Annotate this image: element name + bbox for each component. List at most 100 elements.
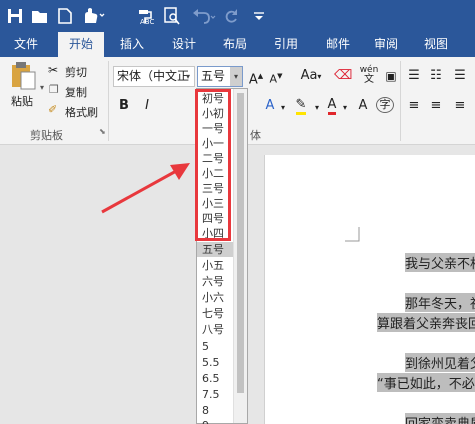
size-option-5[interactable]: 5 [197,339,233,354]
ribbon-tabs: 文件 开始 插入 设计 布局 引用 邮件 审阅 视图 [0,32,475,57]
tab-design[interactable]: 设计 [164,32,204,57]
tab-layout[interactable]: 布局 [215,32,255,57]
copy-label: 复制 [65,86,87,99]
tab-review[interactable]: 审阅 [366,32,406,57]
numbering-icon[interactable]: ☷ [427,67,445,85]
cut-label: 剪切 [65,66,87,79]
italic-button[interactable]: I [140,97,154,115]
chevron-down-icon[interactable]: ▾ [230,67,242,86]
tab-file[interactable]: 文件 [6,32,46,57]
bullets-icon[interactable]: ☰ [405,67,423,85]
size-option-wuhao[interactable]: 五号 [197,242,233,257]
size-option-erhao[interactable]: 二号 [197,151,233,166]
size-option-bahao[interactable]: 八号 [197,322,233,337]
font-group-label: 体 [250,129,261,142]
size-option-xiaowu[interactable]: 小五 [197,258,233,273]
tab-references[interactable]: 引用 [266,32,306,57]
size-option-5-5[interactable]: 5.5 [197,355,233,370]
clipboard-launcher-icon[interactable]: ⬊ [99,127,106,136]
chevron-down-icon[interactable]: ▾ [312,99,322,117]
phonetic-guide-button[interactable]: wén 文 [358,65,380,85]
enclose-char-button[interactable]: 字 [376,97,394,113]
font-size-combo[interactable]: 五号 ▾ [197,66,243,87]
cut-button[interactable]: ✂ 剪切 [48,63,108,79]
text-effects-icon[interactable]: A [262,97,278,115]
chevron-down-icon[interactable]: ▾ [182,67,194,86]
save-icon[interactable] [6,5,24,27]
paste-button[interactable]: 粘贴 [6,61,42,111]
chevron-down-icon[interactable]: ▾ [278,99,288,117]
align-center-icon[interactable]: ≡ [427,97,445,115]
size-option-chuhao[interactable]: 初号 [197,91,233,106]
highlight-color-icon[interactable]: ✎ [292,96,310,115]
document-page[interactable]: 我与父亲不相 那年冬天，祖 算跟着父亲奔丧回 到徐州见着父 “事已如此，不必 回… [264,155,475,424]
customize-icon[interactable] [252,5,266,27]
size-option-liuhao[interactable]: 六号 [197,274,233,289]
size-option-sanhao[interactable]: 三号 [197,181,233,196]
clear-formatting-icon[interactable]: ⌫ [334,67,352,85]
size-option-xiaochu[interactable]: 小初 [197,106,233,121]
align-left-icon[interactable]: ≡ [405,97,423,115]
paragraph-2-cont: 算跟着父亲奔丧回 [377,313,475,332]
size-option-xiaosan[interactable]: 小三 [197,196,233,211]
open-icon[interactable] [30,5,50,27]
clipboard-group-label: 剪贴板 [30,129,63,142]
paragraph-3: 到徐州见着父 [405,353,475,372]
grow-font-button[interactable]: A▲ [248,67,264,89]
paragraph-4: 回家变卖典质 [405,413,475,424]
size-option-xiaosi[interactable]: 小四 [197,226,233,241]
size-option-xiaoer[interactable]: 小二 [197,166,233,181]
size-option-xiaoyi[interactable]: 小一 [197,136,233,151]
format-painter-label: 格式刷 [65,106,98,119]
print-preview-icon[interactable] [162,5,182,27]
quick-access-toolbar: ABC [0,0,475,32]
brush-icon: ✐ [48,103,58,116]
font-color-icon[interactable]: A [324,96,340,115]
size-option-sihao[interactable]: 四号 [197,211,233,226]
group-divider [108,61,109,141]
margin-corner-mark [345,227,360,242]
redo-icon[interactable] [222,5,240,27]
copy-button[interactable]: ❐ 复制 [48,83,108,99]
paragraph-3-cont: “事已如此，不必 [377,373,475,392]
char-shading-icon[interactable]: A [354,97,372,115]
format-painter-qat-icon[interactable]: ABC [136,5,156,27]
change-case-button[interactable]: Aa▾ [297,67,325,86]
paragraph-2: 那年冬天，祖 [405,293,475,312]
align-right-icon[interactable]: ≡ [451,97,469,115]
paragraph-1: 我与父亲不相 [405,253,475,272]
bold-button[interactable]: B [117,97,131,115]
multilevel-list-icon[interactable]: ☰ [451,67,469,85]
shrink-font-label: A [269,72,278,86]
scissors-icon: ✂ [48,63,59,77]
size-option-qihao[interactable]: 七号 [197,306,233,321]
grow-font-label: A [248,72,258,88]
dropdown-scrollbar[interactable] [233,89,247,423]
size-option-9[interactable]: 9 [197,418,233,424]
group-divider [400,61,401,141]
tab-mailings[interactable]: 邮件 [318,32,358,57]
tab-view[interactable]: 视图 [416,32,456,57]
char-border-icon[interactable]: ▣ [383,67,399,85]
svg-text:ABC: ABC [140,18,154,25]
chevron-down-icon[interactable]: ▾ [340,99,350,117]
copy-icon: ❐ [49,83,59,96]
tab-home[interactable]: 开始 [58,32,104,57]
size-option-8[interactable]: 8 [197,403,233,418]
tab-insert[interactable]: 插入 [112,32,152,57]
size-option-xiaoliu[interactable]: 小六 [197,290,233,305]
paste-dropdown-icon[interactable]: ▾ [40,83,48,93]
font-size-dropdown: 初号 小初 一号 小一 二号 小二 三号 小三 四号 小四 五号 小五 六号 小… [196,88,248,424]
format-painter-button[interactable]: ✐ 格式刷 [48,103,108,119]
annotation-arrow-icon [101,163,190,214]
scrollbar-thumb[interactable] [237,93,244,393]
size-option-yihao[interactable]: 一号 [197,121,233,136]
shrink-font-button[interactable]: A▼ [268,67,284,89]
paste-icon [12,62,36,90]
touch-mode-icon[interactable] [80,5,106,27]
size-option-7-5[interactable]: 7.5 [197,387,233,402]
size-option-6-5[interactable]: 6.5 [197,371,233,386]
new-doc-icon[interactable] [56,5,74,27]
undo-icon[interactable] [190,5,218,27]
font-name-combo[interactable]: 宋体（中文正 ▾ [113,66,195,87]
